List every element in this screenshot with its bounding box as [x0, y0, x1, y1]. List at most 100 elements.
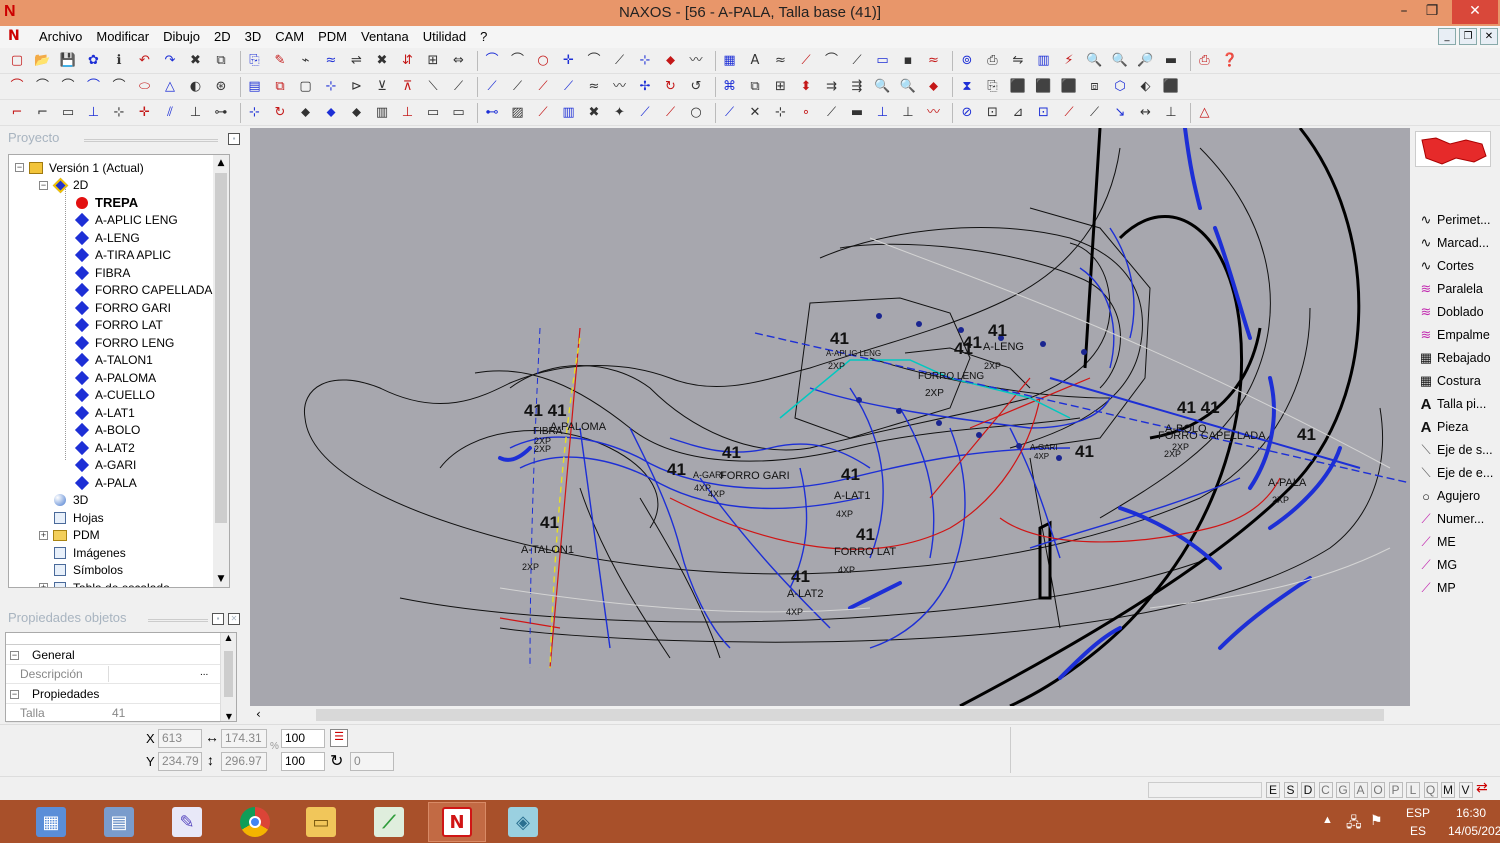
rotation-field[interactable]: 0	[350, 752, 394, 771]
status-toggle-9[interactable]: Q	[1423, 782, 1438, 798]
properties-close-button[interactable]: ✕	[228, 613, 240, 625]
tb3-tool-42-icon[interactable]: ↘	[1111, 104, 1129, 122]
tool-13[interactable]: ⟋ Numer...	[1416, 508, 1500, 530]
tb2-tool-41-icon[interactable]: ⧈	[1086, 78, 1104, 96]
tb2-tool-22-icon[interactable]: ≈	[585, 78, 603, 96]
tb1-tool-18-icon[interactable]: ⌒	[483, 52, 501, 70]
tb2-tool-11-icon[interactable]: ▢	[297, 78, 315, 96]
piece-label[interactable]: 2XP	[984, 361, 1001, 371]
tb1-tool-43-icon[interactable]: 🔎	[1137, 52, 1155, 70]
tb2-tool-44-icon[interactable]: ⬛	[1162, 78, 1180, 96]
tb1-tool-11-icon[interactable]: ⌁	[297, 52, 315, 70]
piece-label[interactable]: A-PALOMA	[550, 421, 607, 433]
tool-8[interactable]: A Talla pi...	[1416, 393, 1500, 415]
prop-value[interactable]	[108, 666, 198, 682]
tb3-tool-15-icon[interactable]: ⊥	[399, 104, 417, 122]
piece-label[interactable]: 41	[856, 525, 875, 544]
tb2-tool-7-icon[interactable]: ◐	[187, 78, 205, 96]
tb3-tool-32-icon[interactable]: ▬	[848, 104, 866, 122]
tb1-tool-32-icon[interactable]: ⟋	[848, 52, 866, 70]
tree-item-10[interactable]: FORRO LENG	[74, 334, 174, 351]
tb3-tool-13-icon[interactable]: ⬥	[348, 104, 366, 122]
tb1-tool-9-icon[interactable]: ⎘	[246, 52, 264, 70]
tb2-tool-37-icon[interactable]: ⎘	[984, 78, 1002, 96]
tb1-tool-22-icon[interactable]: ⌒	[585, 52, 603, 70]
tb1-tool-21-icon[interactable]: ✛	[560, 52, 578, 70]
tb2-tool-3-icon[interactable]: ⌒	[85, 78, 103, 96]
tb3-tool-1-icon[interactable]: ⌐	[34, 104, 52, 122]
status-toggle-11[interactable]: V	[1458, 782, 1473, 798]
width-field[interactable]: 174.31	[221, 729, 267, 748]
tb2-tool-9-icon[interactable]: ▤	[246, 78, 264, 96]
mdi-minimize-button[interactable]: _	[1438, 28, 1456, 45]
y-coordinate-field[interactable]: 234.79	[158, 752, 202, 771]
tree-item-17[interactable]: A-GARI	[74, 457, 136, 474]
tb2-tool-27-icon[interactable]: ⌘	[721, 78, 739, 96]
tree-expander[interactable]: −	[39, 180, 48, 190]
tree-item-14[interactable]: A-LAT1	[74, 404, 135, 421]
tb3-tool-20-icon[interactable]: ⟋	[534, 104, 552, 122]
tb2-tool-42-icon[interactable]: ⬡	[1111, 78, 1129, 96]
tb1-tool-1-icon[interactable]: 📂	[34, 52, 52, 70]
tb1-tool-41-icon[interactable]: 🔍	[1086, 52, 1104, 70]
tool-16[interactable]: ⟋ MP	[1416, 577, 1500, 599]
files-app[interactable]: ▭	[292, 802, 350, 842]
tree-item-1[interactable]: − 2D	[39, 177, 88, 194]
tree-item-13[interactable]: A-CUELLO	[74, 387, 155, 404]
tb2-tool-4-icon[interactable]: ⌒	[110, 78, 128, 96]
properties-pin-button[interactable]: ▪	[212, 613, 224, 625]
green-app[interactable]: ⟋	[360, 802, 418, 842]
piece-label[interactable]: 41	[841, 465, 860, 484]
piece-label[interactable]: 41	[722, 443, 741, 462]
clock-time[interactable]: 16:30	[1456, 806, 1486, 820]
tree-item-21[interactable]: + PDM	[39, 527, 100, 544]
tb1-tool-28-icon[interactable]: A	[746, 52, 764, 70]
piece-label[interactable]: 41 41	[524, 401, 567, 420]
tb3-tool-2-icon[interactable]: ▭	[59, 104, 77, 122]
piece-label[interactable]: 2XP	[925, 388, 944, 399]
tb1-tool-45-icon[interactable]: ⎙	[1196, 52, 1214, 70]
tb3-tool-6-icon[interactable]: ⫽	[161, 104, 179, 122]
tool-12[interactable]: ○ Agujero	[1416, 485, 1500, 507]
piece-label[interactable]: 4XP	[836, 509, 853, 519]
piece-label[interactable]: FORRO LAT	[834, 546, 896, 558]
tb3-tool-12-icon[interactable]: ⬥	[322, 104, 340, 122]
tb2-tool-21-icon[interactable]: ⟋	[560, 78, 578, 96]
tb2-tool-17-icon[interactable]: ⟋	[450, 78, 468, 96]
tb2-tool-18-icon[interactable]: ⟋	[483, 78, 501, 96]
menu-item-6[interactable]: PDM	[311, 26, 354, 47]
prop-group-general[interactable]: − General	[6, 646, 220, 665]
tb3-tool-3-icon[interactable]: ⊥	[85, 104, 103, 122]
tb2-tool-24-icon[interactable]: ✢	[636, 78, 654, 96]
tb3-tool-45-icon[interactable]: △	[1196, 104, 1214, 122]
tb2-tool-26-icon[interactable]: ↺	[687, 78, 705, 96]
tb1-tool-26-icon[interactable]: 〰	[687, 52, 705, 70]
tool-11[interactable]: ⟍ Eje de e...	[1416, 462, 1500, 484]
tb2-tool-25-icon[interactable]: ↻	[662, 78, 680, 96]
piece-label[interactable]: 2XP	[828, 361, 845, 371]
status-toggle-1[interactable]: S	[1283, 782, 1298, 798]
tb3-tool-7-icon[interactable]: ⊥	[187, 104, 205, 122]
tool-2[interactable]: ∿ Cortes	[1416, 255, 1500, 277]
tb1-tool-37-icon[interactable]: ⎙	[984, 52, 1002, 70]
piece-label[interactable]: 41	[791, 567, 810, 586]
prop-row-talla[interactable]: Talla 41	[6, 704, 220, 723]
project-tree[interactable]: − Versión 1 (Actual) −2D TREPA A-APLIC LENG A…	[8, 154, 230, 588]
tb2-tool-28-icon[interactable]: ⧉	[746, 78, 764, 96]
mdi-restore-button[interactable]: ❐	[1459, 28, 1477, 45]
panel-pin-button[interactable]: ▪	[228, 133, 240, 145]
tb2-tool-14-icon[interactable]: ⊻	[373, 78, 391, 96]
menu-item-2[interactable]: Dibujo	[156, 26, 207, 47]
piece-label[interactable]: 2XP	[1164, 449, 1181, 459]
piece-label[interactable]: 4XP	[708, 489, 725, 499]
piece-label[interactable]: 2XP	[534, 444, 551, 454]
tb3-tool-31-icon[interactable]: ⟋	[823, 104, 841, 122]
menu-item-0[interactable]: Archivo	[32, 26, 89, 47]
tb3-tool-24-icon[interactable]: ⟋	[636, 104, 654, 122]
piece-label[interactable]: FORRO LENG	[918, 371, 984, 382]
tool-3[interactable]: ≋ Paralela	[1416, 278, 1500, 300]
prop-row-descripcion[interactable]: Descripción ...	[6, 665, 220, 684]
piece-label[interactable]: 41	[667, 460, 686, 479]
prop-group-propiedades[interactable]: − Propiedades	[6, 685, 220, 704]
tb1-tool-5-icon[interactable]: ↶	[136, 52, 154, 70]
